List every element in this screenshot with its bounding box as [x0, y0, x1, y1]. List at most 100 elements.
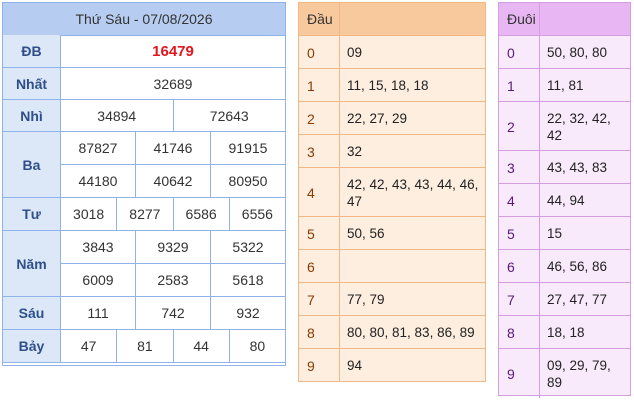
duoi-numbers: 22, 32, 42, 42 [547, 110, 611, 143]
dau-digit: 5 [299, 217, 340, 250]
prize-numbers: 111 742 932 [61, 297, 285, 330]
dau-row: 3 32 [299, 134, 485, 168]
prize-number: 44 [173, 330, 230, 363]
duoi-table: Đuôi 0 50, 80, 80 1 11, 81 2 22, 32, 42, 42 3 4… [498, 2, 631, 398]
prize-number: 742 [136, 297, 211, 330]
dau-numbers: 22, 27, 29 [347, 111, 408, 126]
duoi-numbers: 46, 56, 86 [547, 259, 608, 274]
prize-number: 34894 [61, 100, 174, 132]
prize-label: Tư [3, 198, 61, 231]
prize-number: 111 [61, 297, 136, 330]
duoi-numbers: 43, 43, 83 [547, 160, 608, 175]
prize-numbers: 47 81 44 80 [61, 330, 285, 363]
duoi-digit: 1 [499, 69, 540, 102]
dau-numbers: 94 [347, 358, 363, 373]
duoi-row: 8 18, 18 [499, 315, 630, 349]
duoi-row: 4 44, 94 [499, 183, 630, 217]
duoi-numbers: 11, 81 [547, 78, 584, 93]
prize-numbers: 32689 [61, 68, 285, 100]
prize-number: 2583 [136, 264, 211, 297]
prize-number: 91915 [211, 132, 285, 165]
prize-line: 47 81 44 80 [61, 330, 285, 363]
duoi-digit: 5 [499, 217, 540, 250]
duoi-row: 0 50, 80, 80 [499, 35, 630, 69]
prize-row: Nhì 34894 72643 [3, 100, 285, 132]
duoi-row: 9 09, 29, 79, 89 [499, 348, 630, 398]
duoi-numbers: 27, 47, 77 [547, 292, 608, 307]
duoi-numbers: 44, 94 [547, 193, 585, 208]
prize-number: 3843 [61, 231, 136, 264]
prize-row: Năm 3843 9329 5322 6009 2583 5618 [3, 231, 285, 297]
dau-row: 8 80, 80, 81, 83, 86, 89 [299, 315, 485, 349]
prize-number: 9329 [136, 231, 211, 264]
dau-numbers: 32 [347, 144, 363, 159]
dau-numbers [340, 250, 485, 283]
prize-label: Nhất [3, 68, 61, 100]
dau-numbers: 50, 56 [347, 226, 385, 241]
prize-label: Bảy [3, 330, 61, 363]
prize-number: 6556 [229, 198, 285, 231]
results-table: Thứ Sáu - 07/08/2026 ĐB 16479 Nhất 32689 Nhì… [2, 2, 286, 366]
prize-number: 40642 [136, 165, 211, 198]
dau-digit: 9 [299, 349, 340, 382]
prize-row: ĐB 16479 [3, 35, 285, 68]
prize-number: 81 [117, 330, 174, 363]
prize-numbers: 3843 9329 5322 6009 2583 5618 [61, 231, 285, 297]
prize-number: 5322 [211, 231, 285, 264]
prize-numbers: 87827 41746 91915 44180 40642 80950 [61, 132, 285, 198]
prize-line: 6009 2583 5618 [61, 264, 285, 297]
prize-number: 32689 [61, 68, 285, 100]
duoi-digit: 7 [499, 283, 540, 316]
dau-numbers: 80, 80, 81, 83, 86, 89 [347, 325, 475, 340]
dau-row: 9 94 [299, 348, 485, 382]
dau-row: 5 50, 56 [299, 216, 485, 250]
prize-row: Ba 87827 41746 91915 44180 40642 80950 [3, 132, 285, 198]
duoi-digit: 9 [499, 349, 540, 398]
prize-line: 87827 41746 91915 [61, 132, 285, 165]
dau-header-row: Đầu [299, 3, 485, 35]
prize-row: Nhất 32689 [3, 68, 285, 100]
dau-numbers: 11, 15, 18, 18 [347, 78, 429, 93]
prize-number: 6586 [173, 198, 230, 231]
duoi-digit: 2 [499, 102, 540, 151]
prize-line: 44180 40642 80950 [61, 165, 285, 198]
duoi-row: 2 22, 32, 42, 42 [499, 101, 630, 151]
dau-row: 7 77, 79 [299, 282, 485, 316]
prize-number: 6009 [61, 264, 136, 297]
prize-numbers: 34894 72643 [61, 100, 285, 132]
prize-label: Năm [3, 231, 61, 297]
dau-numbers: 77, 79 [347, 292, 385, 307]
duoi-row: 3 43, 43, 83 [499, 150, 630, 184]
prize-number: 47 [61, 330, 118, 363]
duoi-digit: 6 [499, 250, 540, 283]
prize-label: ĐB [3, 35, 61, 68]
dau-digit: 0 [299, 36, 340, 69]
duoi-numbers: 15 [547, 226, 563, 241]
special-prize-number: 16479 [61, 35, 285, 68]
prize-label: Sáu [3, 297, 61, 330]
prize-row: Sáu 111 742 932 [3, 297, 285, 330]
duoi-digit: 4 [499, 184, 540, 217]
prize-line: 3018 8277 6586 6556 [61, 198, 285, 231]
duoi-header-spacer [540, 3, 630, 35]
dau-digit: 1 [299, 69, 340, 102]
duoi-digit: 3 [499, 151, 540, 184]
prize-number: 8277 [117, 198, 174, 231]
duoi-row: 7 27, 47, 77 [499, 282, 630, 316]
prize-number: 80950 [211, 165, 285, 198]
dau-header-label: Đầu [299, 3, 340, 35]
dau-row: 1 11, 15, 18, 18 [299, 68, 485, 102]
duoi-numbers: 50, 80, 80 [547, 45, 608, 60]
duoi-digit: 0 [499, 36, 540, 69]
prize-number: 932 [211, 297, 285, 330]
duoi-numbers: 09, 29, 79, 89 [547, 357, 611, 390]
prize-line: 111 742 932 [61, 297, 285, 330]
prize-row: Tư 3018 8277 6586 6556 [3, 198, 285, 231]
dau-header-spacer [340, 3, 485, 35]
duoi-row: 1 11, 81 [499, 68, 630, 102]
dau-table: Đầu 0 09 1 11, 15, 18, 18 2 22, 27, 29 3 32 4 42,… [298, 2, 486, 382]
dau-numbers: 09 [347, 45, 363, 60]
prize-number: 87827 [61, 132, 136, 165]
prize-number: 72643 [173, 100, 285, 132]
duoi-numbers: 18, 18 [547, 325, 585, 340]
